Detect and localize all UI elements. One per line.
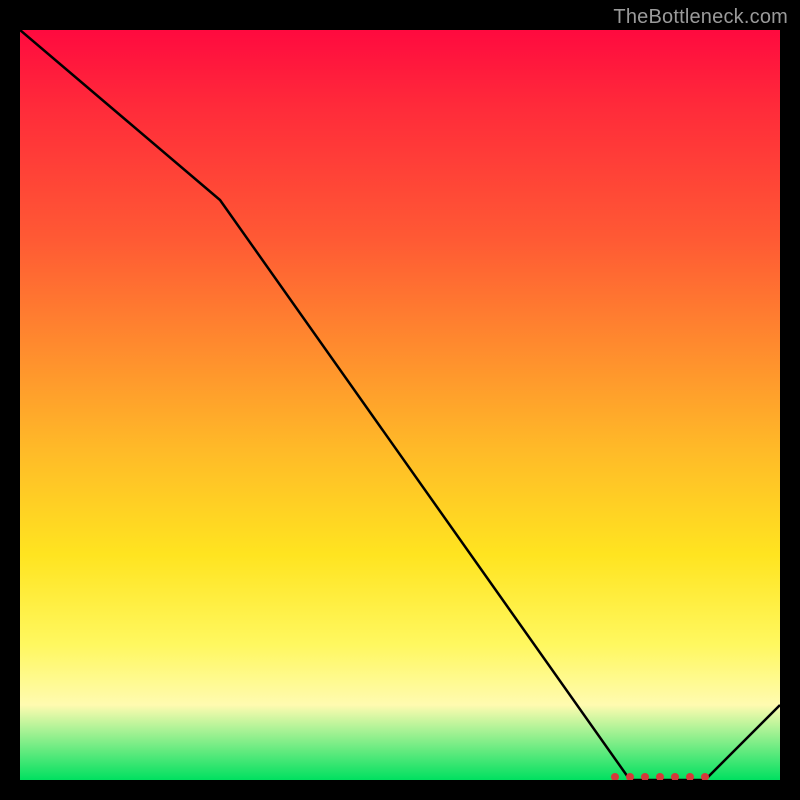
- plot-area: [20, 30, 780, 780]
- watermark-text: TheBottleneck.com: [613, 6, 788, 29]
- marker-dot: [626, 773, 634, 780]
- chart-stage: TheBottleneck.com: [0, 0, 800, 800]
- optimum-markers: [611, 773, 709, 780]
- marker-dot: [611, 773, 619, 780]
- marker-dot: [656, 773, 664, 780]
- marker-dot: [701, 773, 709, 780]
- chart-svg: [20, 30, 780, 780]
- marker-dot: [671, 773, 679, 780]
- marker-dot: [641, 773, 649, 780]
- curve-path: [20, 30, 780, 780]
- marker-dot: [686, 773, 694, 780]
